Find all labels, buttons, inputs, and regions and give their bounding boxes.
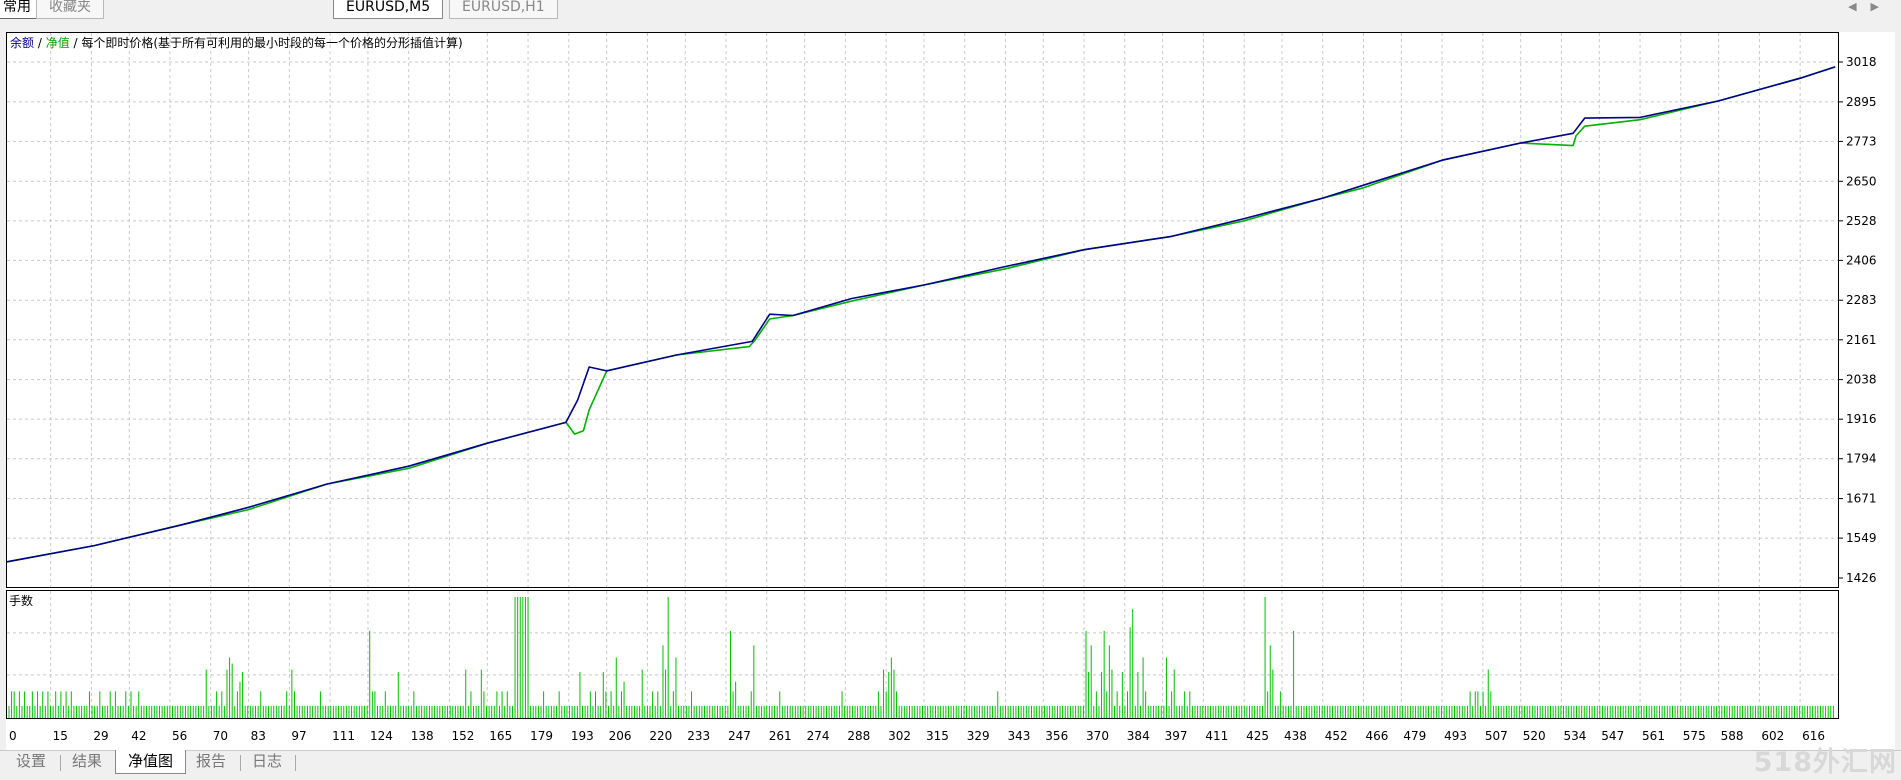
x-tick-label: 411 (1205, 729, 1228, 743)
tab-report[interactable]: 报告 (184, 750, 238, 774)
x-axis-labels: 0 15 29 42 56 70 83 97 111 124 138 152 165 179 193 206 2… (9, 729, 1825, 743)
y-tick-label: 2161 (1846, 333, 1877, 347)
equity-chart-area: 3018 2895 2773 2650 2528 2406 2283 2161 2038 1916… (6, 32, 1895, 750)
tab-journal[interactable]: 日志 (240, 750, 294, 774)
volume-bars (8, 597, 1834, 718)
x-tick-label: 370 (1086, 729, 1109, 743)
x-tick-label: 384 (1127, 729, 1150, 743)
x-tick-label: 70 (213, 729, 228, 743)
y-tick-label: 1426 (1846, 571, 1877, 585)
x-tick-label: 111 (332, 729, 355, 743)
x-tick-label: 493 (1444, 729, 1467, 743)
x-tick-label: 561 (1642, 729, 1665, 743)
y-tick-label: 1671 (1846, 492, 1877, 506)
legend-desc: 每个即时价格(基于所有可利用的最小时段的每一个价格的分形插值计算) (81, 35, 462, 50)
x-tick-label: 15 (53, 729, 68, 743)
x-tick-label: 438 (1284, 729, 1307, 743)
x-tick-label: 247 (728, 729, 751, 743)
x-tick-label: 520 (1523, 729, 1546, 743)
x-tick-label: 193 (571, 729, 594, 743)
x-tick-label: 261 (769, 729, 792, 743)
y-tick-label: 1794 (1846, 452, 1877, 466)
x-tick-label: 56 (172, 729, 187, 743)
tab-separator (295, 755, 296, 771)
x-tick-label: 343 (1007, 729, 1030, 743)
tab-eurusd-h1[interactable]: EURUSD,H1 (449, 0, 558, 19)
x-tick-label: 83 (251, 729, 266, 743)
x-tick-label: 534 (1563, 729, 1586, 743)
legend-sep1: / (34, 36, 46, 50)
x-tick-label: 466 (1366, 729, 1389, 743)
main-chart-grid (7, 33, 1838, 588)
x-tick-label: 42 (131, 729, 146, 743)
tab-settings[interactable]: 设置 (4, 750, 58, 774)
x-tick-label: 138 (411, 729, 434, 743)
x-tick-label: 206 (609, 729, 632, 743)
x-tick-label: 479 (1403, 729, 1426, 743)
chart-legend: 余额 / 净值 / 每个即时价格(基于所有可利用的最小时段的每一个价格的分形插值… (10, 35, 463, 50)
volume-chart-border (6, 590, 1839, 719)
x-tick-label: 97 (291, 729, 306, 743)
x-tick-label: 329 (967, 729, 990, 743)
volume-label: 手数 (9, 593, 33, 608)
top-toolbar: 常用 收藏夹 EURUSD,M5 EURUSD,H1 ◀▶ (0, 0, 1901, 22)
x-tick-label: 315 (926, 729, 949, 743)
y-tick-label: 2406 (1846, 253, 1877, 267)
tab-scroll-arrows[interactable]: ◀▶ (1848, 0, 1893, 13)
y-axis-labels: 3018 2895 2773 2650 2528 2406 2283 2161 2038 1916… (1838, 55, 1877, 585)
tab-equity-graph[interactable]: 净值图 (115, 750, 187, 774)
watermark-logo: 518外汇网 (1753, 747, 1897, 778)
x-tick-label: 507 (1485, 729, 1508, 743)
y-tick-label: 1916 (1846, 412, 1877, 426)
legend-equity: 净值 (46, 35, 70, 50)
y-tick-label: 1549 (1846, 531, 1877, 545)
volume-chart-grid (7, 591, 1838, 718)
x-tick-label: 179 (530, 729, 553, 743)
y-tick-label: 3018 (1846, 55, 1877, 69)
x-tick-label: 425 (1246, 729, 1269, 743)
x-tick-label: 452 (1325, 729, 1348, 743)
bottom-tab-bar: 设置 结果 净值图 报告 日志 (0, 750, 1901, 780)
x-tick-label: 152 (451, 729, 474, 743)
x-tick-label: 547 (1601, 729, 1624, 743)
x-tick-label: 220 (649, 729, 672, 743)
legend-balance: 余额 (10, 35, 34, 50)
y-tick-label: 2038 (1846, 373, 1877, 387)
x-tick-label: 302 (888, 729, 911, 743)
legend-sep2: / (70, 36, 82, 50)
arrow-left-icon[interactable]: ◀ (1848, 0, 1870, 13)
main-chart-border (6, 32, 1839, 588)
tab-eurusd-m5[interactable]: EURUSD,M5 (333, 0, 444, 19)
x-tick-label: 233 (687, 729, 710, 743)
y-tick-label: 2283 (1846, 293, 1877, 307)
y-tick-label: 2528 (1846, 214, 1877, 228)
x-tick-label: 0 (9, 729, 17, 743)
y-tick-label: 2650 (1846, 174, 1877, 188)
x-tick-label: 288 (847, 729, 870, 743)
x-tick-label: 356 (1045, 729, 1068, 743)
tab-favorites[interactable]: 收藏夹 (36, 0, 104, 19)
x-tick-label: 274 (807, 729, 830, 743)
y-tick-label: 2895 (1846, 95, 1877, 109)
x-tick-label: 397 (1165, 729, 1188, 743)
equity-chart-svg: 3018 2895 2773 2650 2528 2406 2283 2161 2038 1916… (6, 32, 1877, 743)
y-tick-label: 2773 (1846, 134, 1877, 148)
arrow-right-icon[interactable]: ▶ (1871, 0, 1893, 13)
x-tick-label: 29 (93, 729, 108, 743)
x-tick-label: 124 (370, 729, 393, 743)
x-tick-label: 165 (489, 729, 512, 743)
x-tick-label: 588 (1721, 729, 1744, 743)
x-tick-label: 575 (1683, 729, 1706, 743)
tab-results[interactable]: 结果 (60, 750, 114, 774)
